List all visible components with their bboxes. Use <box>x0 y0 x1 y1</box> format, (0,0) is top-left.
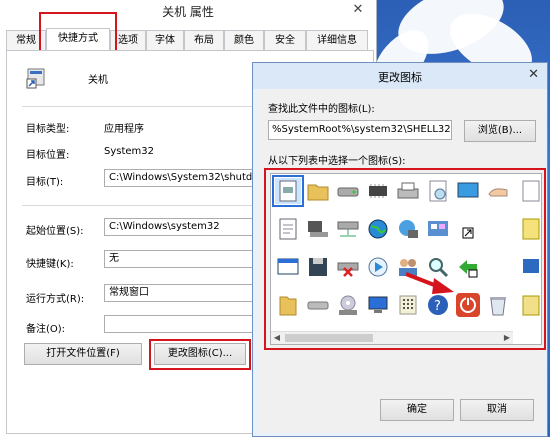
target-location-value: System32 <box>104 146 155 157</box>
network-drive-icon[interactable] <box>335 216 361 242</box>
clock-document-icon[interactable] <box>425 178 451 204</box>
tab-layout[interactable]: 布局 <box>184 30 224 50</box>
svg-text:?: ? <box>434 299 441 314</box>
dialog-titlebar: 更改图标 ✕ <box>253 63 547 89</box>
tab-details[interactable]: 详细信息 <box>306 30 368 50</box>
browse-button[interactable]: 浏览(B)... <box>464 120 536 142</box>
green-arrow-icon[interactable] <box>455 254 481 280</box>
target-location-label: 目标位置: <box>26 150 70 161</box>
annotation-arrow-icon <box>405 272 454 294</box>
document-yellow-icon[interactable] <box>515 292 541 318</box>
document-partial-icon[interactable] <box>515 178 541 204</box>
control-panel-icon[interactable] <box>425 216 451 242</box>
floppy-disk-icon[interactable] <box>305 254 331 280</box>
monitor-blue-icon[interactable] <box>455 178 481 204</box>
hard-drive-icon[interactable] <box>305 292 331 318</box>
hand-icon[interactable] <box>485 178 511 204</box>
find-icons-label: 查找此文件中的图标(L): <box>268 104 375 115</box>
select-icon-label: 从以下列表中选择一个图标(S): <box>268 156 406 167</box>
tab-font[interactable]: 字体 <box>146 30 184 50</box>
window-icon[interactable] <box>275 254 301 280</box>
chip-icon[interactable] <box>365 178 391 204</box>
start-in-field[interactable]: C:\Windows\system32 <box>104 218 254 236</box>
notepad-icon[interactable] <box>515 216 541 242</box>
cd-drive-icon[interactable] <box>335 292 361 318</box>
target-label: 目标(T): <box>26 177 64 188</box>
scroll-right-icon[interactable]: ▶ <box>501 332 513 344</box>
tab-security[interactable]: 安全 <box>264 30 306 50</box>
text-document-icon[interactable] <box>275 216 301 242</box>
cancel-button[interactable]: 取消 <box>460 399 534 421</box>
media-player-icon[interactable] <box>365 254 391 280</box>
network-globe-icon[interactable] <box>395 216 421 242</box>
folder-icon[interactable] <box>305 178 331 204</box>
document-icon[interactable] <box>272 175 304 207</box>
drive-icon[interactable] <box>335 178 361 204</box>
dialog-title: 更改图标 <box>378 71 422 84</box>
comment-field[interactable] <box>104 315 254 333</box>
target-field[interactable]: C:\Windows\System32\shutdo <box>104 169 264 187</box>
recycle-bin-icon[interactable] <box>485 292 511 318</box>
close-icon[interactable]: ✕ <box>528 67 539 82</box>
shortcut-arrow-icon[interactable] <box>455 216 481 242</box>
close-icon[interactable]: ✕ <box>346 2 370 18</box>
desktop-computer-icon[interactable] <box>365 292 391 318</box>
target-type-value: 应用程序 <box>104 124 144 135</box>
highlight-change-icon-button <box>149 339 251 370</box>
ok-button[interactable]: 确定 <box>380 399 454 421</box>
start-in-label: 起始位置(S): <box>26 226 84 237</box>
open-file-location-button[interactable]: 打开文件位置(F) <box>24 343 142 365</box>
run-label: 运行方式(R): <box>26 294 85 305</box>
shortcut-app-icon <box>26 68 45 89</box>
run-select[interactable]: 常规窗口 <box>104 284 254 302</box>
scroll-left-icon[interactable]: ◀ <box>271 332 283 344</box>
folder-tall-icon[interactable] <box>275 292 301 318</box>
icon-file-path-field[interactable]: %SystemRoot%\system32\SHELL32. <box>268 120 452 140</box>
tab-colors[interactable]: 颜色 <box>224 30 264 50</box>
computer-icon[interactable] <box>305 216 331 242</box>
hotkey-label: 快捷键(K): <box>26 259 74 270</box>
icon-list-scrollbar[interactable]: ◀ ▶ <box>271 331 513 344</box>
comment-label: 备注(O): <box>26 324 66 335</box>
power-icon[interactable] <box>455 292 481 318</box>
disconnected-drive-icon[interactable] <box>335 254 361 280</box>
shortcut-name: 关机 <box>88 75 108 86</box>
target-type-label: 目标类型: <box>26 124 70 135</box>
hotkey-field[interactable]: 无 <box>104 250 254 268</box>
scrollbar-thumb[interactable] <box>285 334 373 342</box>
display-icon[interactable] <box>515 254 541 280</box>
globe-icon[interactable] <box>365 216 391 242</box>
icon-list[interactable]: ? ◀ ▶ <box>270 173 542 345</box>
printer-icon[interactable] <box>395 178 421 204</box>
